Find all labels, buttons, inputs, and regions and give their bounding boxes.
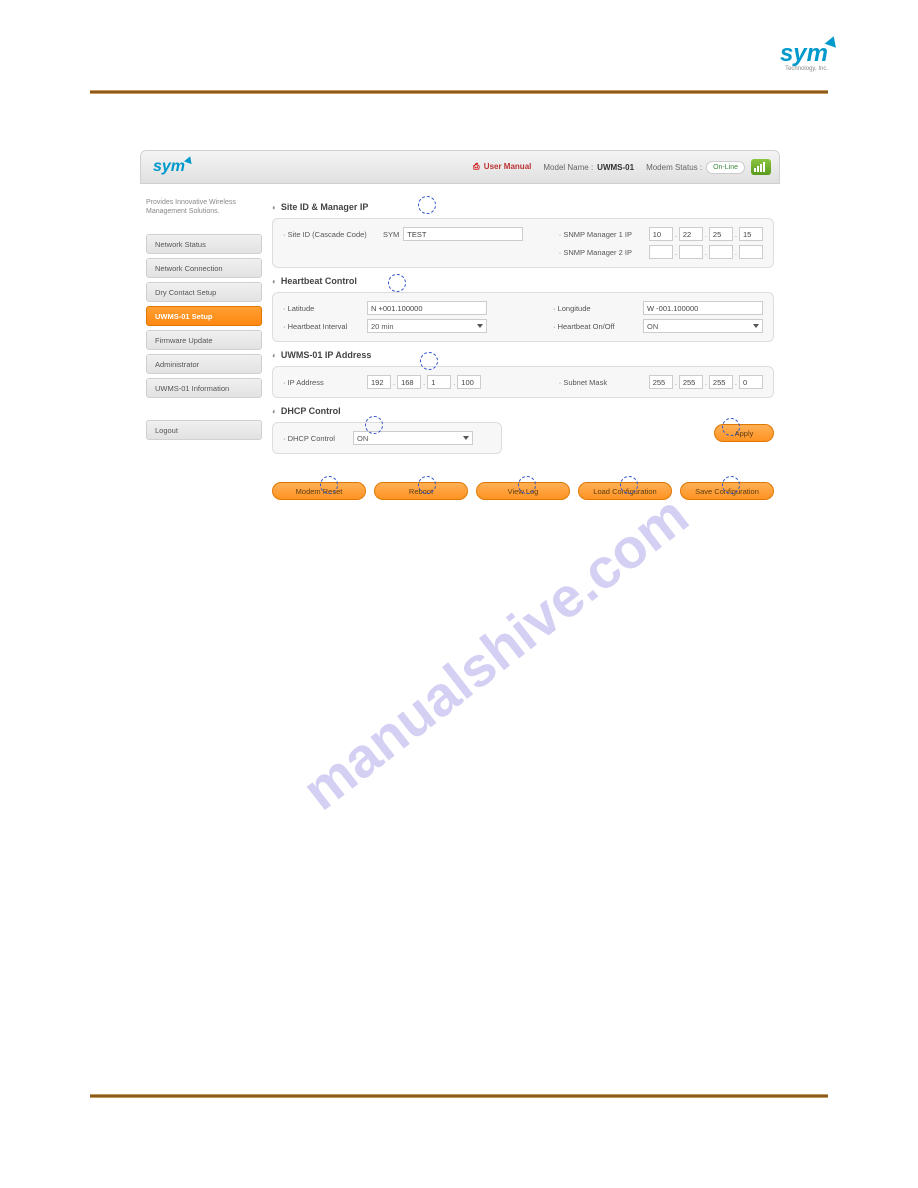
model-name-value: UWMS-01 [597,163,634,172]
snmp2-oct1[interactable] [649,245,673,259]
nav-uwms-info[interactable]: UWMS-01 Information [146,378,262,398]
ip-oct4[interactable] [457,375,481,389]
mask-oct4[interactable] [739,375,763,389]
user-manual-link[interactable]: ⎙ User Manual [473,162,531,172]
top-divider [90,90,828,94]
apply-button[interactable]: Apply [714,424,774,442]
panel-heartbeat: Latitude Longitude Heartbeat Interval 20… [272,292,774,342]
site-id-prefix: SYM [383,230,399,239]
modem-status-value: On-Line [713,164,738,171]
interval-label: Heartbeat Interval [283,322,367,331]
ip-oct1[interactable] [367,375,391,389]
modem-status-pill: On-Line [706,161,745,174]
snmp2-oct3[interactable] [709,245,733,259]
snmp1-oct3[interactable] [709,227,733,241]
user-manual-label: User Manual [484,162,532,171]
section-dhcp-title: DHCP Control [272,406,774,416]
mask-oct3[interactable] [709,375,733,389]
site-id-input[interactable] [403,227,523,241]
nav-firmware-update[interactable]: Firmware Update [146,330,262,350]
nav-uwms-setup[interactable]: UWMS-01 Setup [146,306,262,326]
watermark: manualshive.com [290,482,700,823]
page-brand-header: sym Technology, Inc. [780,40,828,72]
modem-status-label: Modem Status : [646,163,702,172]
app-header: sym ⎙ User Manual Model Name : UWMS-01 M… [140,150,780,184]
view-log-button[interactable]: View Log [476,482,570,500]
mask-label: Subnet Mask [559,378,649,387]
save-config-button[interactable]: Save Configuration [680,482,774,500]
snmp1-oct2[interactable] [679,227,703,241]
section-heartbeat-title: Heartbeat Control [272,276,774,286]
sidebar-tagline: Provides Innovative Wireless Management … [146,198,262,216]
pdf-icon: ⎙ [473,162,479,171]
site-id-label: Site ID (Cascade Code) [283,230,383,239]
nav-logout[interactable]: Logout [146,420,262,440]
sidebar: Provides Innovative Wireless Management … [140,184,262,500]
snmp2-label: SNMP Manager 2 IP [559,248,649,257]
snmp2-oct4[interactable] [739,245,763,259]
panel-dhcp: DHCP Control ON [272,422,502,454]
dhcp-select[interactable]: ON [353,431,473,445]
snmp1-oct4[interactable] [739,227,763,241]
caret-icon [477,324,483,328]
sym-logo: sym [780,40,828,68]
onoff-select[interactable]: ON [643,319,763,333]
modem-reset-button[interactable]: Modem Reset [272,482,366,500]
caret-icon [463,436,469,440]
reboot-button[interactable]: Reboot [374,482,468,500]
onoff-label: Heartbeat On/Off [553,322,643,331]
model-name-label: Model Name : [543,163,593,172]
section-ip-title: UWMS-01 IP Address [272,350,774,360]
panel-site: Site ID (Cascade Code) SYM SNMP Manager … [272,218,774,268]
lat-input[interactable] [367,301,487,315]
lon-input[interactable] [643,301,763,315]
mask-oct2[interactable] [679,375,703,389]
mask-oct1[interactable] [649,375,673,389]
panel-ip: IP Address . . . Subnet Mask . . . [272,366,774,398]
snmp1-oct1[interactable] [649,227,673,241]
lat-label: Latitude [283,304,367,313]
nav-dry-contact-setup[interactable]: Dry Contact Setup [146,282,262,302]
app-window: sym ⎙ User Manual Model Name : UWMS-01 M… [140,150,780,500]
nav-network-status[interactable]: Network Status [146,234,262,254]
signal-icon [751,159,771,175]
section-site-title: Site ID & Manager IP [272,202,774,212]
nav-administrator[interactable]: Administrator [146,354,262,374]
caret-icon [753,324,759,328]
bottom-divider [90,1094,828,1098]
load-config-button[interactable]: Load Configuration [578,482,672,500]
nav-network-connection[interactable]: Network Connection [146,258,262,278]
ip-label: IP Address [283,378,367,387]
snmp1-label: SNMP Manager 1 IP [559,230,649,239]
app-logo: sym [153,158,185,176]
ip-oct3[interactable] [427,375,451,389]
ip-oct2[interactable] [397,375,421,389]
dhcp-label: DHCP Control [283,434,353,443]
lon-label: Longitude [553,304,643,313]
content-area: Site ID & Manager IP Site ID (Cascade Co… [262,184,780,500]
snmp2-oct2[interactable] [679,245,703,259]
interval-select[interactable]: 20 min [367,319,487,333]
